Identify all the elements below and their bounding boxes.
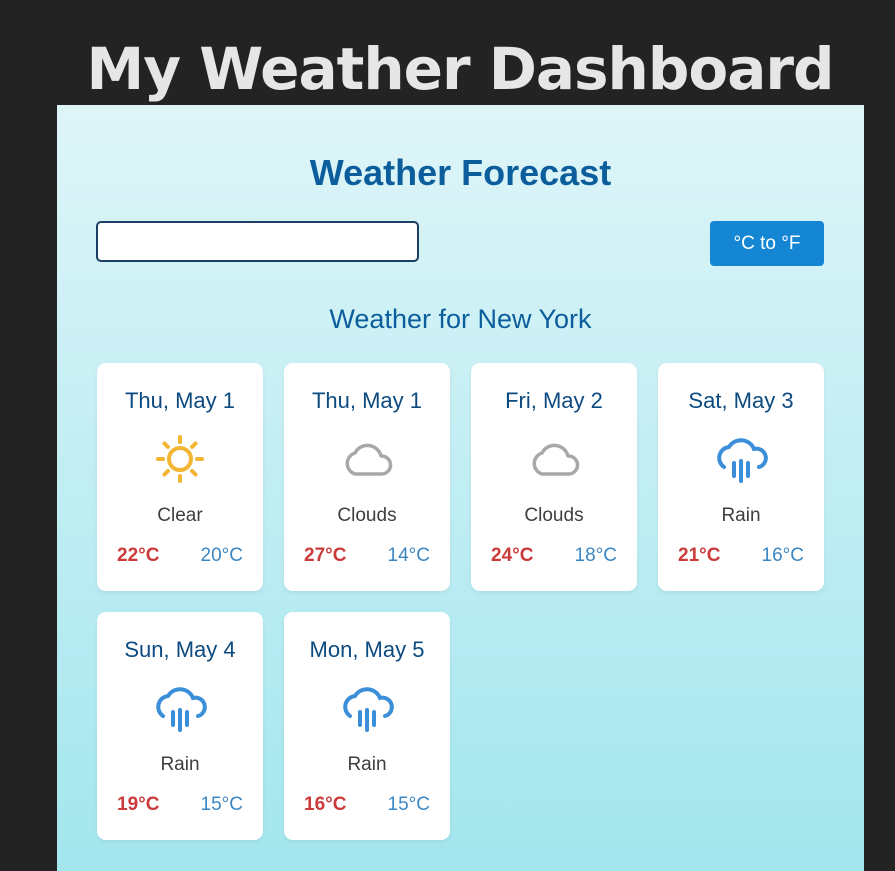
forecast-card: Thu, May 1 Clouds 27°C 14°C (284, 363, 450, 591)
temp-low: 20°C (200, 545, 243, 566)
temp-high: 21°C (678, 545, 721, 566)
card-condition: Clouds (524, 505, 584, 526)
temp-high: 22°C (117, 545, 160, 566)
rain-icon (148, 676, 212, 740)
card-date: Sat, May 3 (688, 388, 794, 413)
sun-icon (148, 427, 212, 491)
forecast-panel: Weather Forecast °C to °F Weather for Ne… (57, 105, 864, 871)
card-date: Mon, May 5 (309, 637, 425, 662)
forecast-cards: Thu, May 1 Clear 22°C 20°C Thu, May 1 Cl… (97, 363, 837, 843)
location-title: Weather for New York (329, 304, 592, 334)
temp-high: 19°C (117, 794, 160, 815)
card-condition: Rain (721, 505, 761, 526)
forecast-card: Mon, May 5 Rain 16°C 15°C (284, 612, 450, 840)
card-condition: Clouds (337, 505, 397, 526)
cloud-icon (522, 427, 586, 491)
card-date: Thu, May 1 (124, 388, 236, 413)
temp-low: 15°C (387, 794, 430, 815)
temp-high: 24°C (491, 545, 534, 566)
temp-low: 16°C (761, 545, 804, 566)
card-condition: Rain (160, 754, 200, 775)
card-date: Fri, May 2 (505, 388, 603, 413)
temp-low: 14°C (387, 545, 430, 566)
unit-toggle-button[interactable]: °C to °F (710, 221, 824, 266)
temp-low: 18°C (574, 545, 617, 566)
forecast-card: Sun, May 4 Rain 19°C 15°C (97, 612, 263, 840)
app-title: My Weather Dashboard (86, 35, 835, 103)
cloud-icon (335, 427, 399, 491)
temp-high: 27°C (304, 545, 347, 566)
card-date: Sun, May 4 (124, 637, 236, 662)
forecast-card: Fri, May 2 Clouds 24°C 18°C (471, 363, 637, 591)
temp-low: 15°C (200, 794, 243, 815)
forecast-heading: Weather Forecast (309, 152, 612, 193)
forecast-card: Sat, May 3 Rain 21°C 16°C (658, 363, 824, 591)
forecast-card: Thu, May 1 Clear 22°C 20°C (97, 363, 263, 591)
rain-icon (709, 427, 773, 491)
rain-icon (335, 676, 399, 740)
card-condition: Clear (157, 505, 203, 526)
city-search-input[interactable] (96, 221, 419, 262)
card-date: Thu, May 1 (311, 388, 423, 413)
temp-high: 16°C (304, 794, 347, 815)
card-condition: Rain (347, 754, 387, 775)
